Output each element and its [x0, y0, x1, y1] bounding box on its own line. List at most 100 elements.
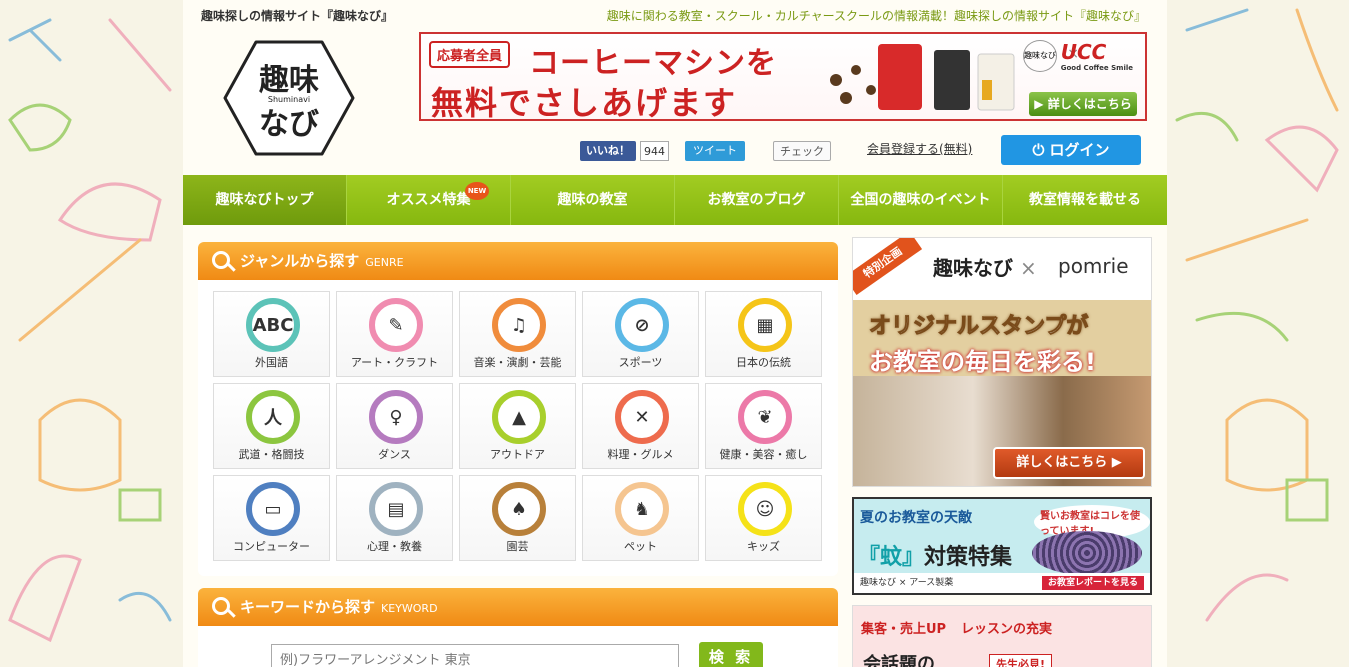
pomrie-stamp-ad[interactable]: 特別企画 趣味なび × pomrie オリジナルスタンプが お教室の毎日を彩る!…: [852, 237, 1152, 487]
background-doodles-right: [1175, 8, 1339, 622]
ucc-logo: UCC Good Coffee Smile: [1061, 40, 1133, 72]
genre-label: 健康・美容・癒し: [719, 448, 808, 461]
genre-label: 料理・グルメ: [607, 448, 674, 461]
genre-item[interactable]: ☺ キッズ: [705, 475, 822, 561]
tweet-button[interactable]: ツイート: [685, 141, 745, 161]
nav-blogs[interactable]: お教室のブログ: [675, 175, 839, 225]
genre-icon-glyph: ✕: [634, 406, 650, 428]
genre-icon: 人: [246, 390, 300, 444]
nav-label: お教室のブログ: [707, 192, 806, 208]
ad-headline-1: オリジナルスタンプが: [868, 314, 1089, 340]
keyword-title: キーワードから探す: [240, 598, 376, 616]
genre-item[interactable]: ❦ 健康・美容・癒し: [705, 383, 822, 469]
genre-icon-glyph: ♀: [389, 406, 403, 428]
genre-label: 音楽・演劇・芸能: [473, 356, 562, 369]
genre-icon: ▲: [492, 390, 546, 444]
genre-item[interactable]: ♠ 園芸: [459, 475, 576, 561]
banner-headline-1: コーヒーマシンを: [529, 46, 777, 81]
genre-icon-glyph: ▲: [512, 406, 526, 428]
keyword-search-input[interactable]: 例)フラワーアレンジメント 東京: [271, 644, 679, 667]
genre-item[interactable]: ▲ アウトドア: [459, 383, 576, 469]
site-tagline: 趣味に関わる教室・スクール・カルチャースクールの情報満載！趣味探しの情報サイト『…: [606, 9, 1146, 23]
ad-headline-2: お教室の毎日を彩る!: [869, 348, 1096, 376]
login-button[interactable]: ⏻ ログイン: [1001, 135, 1141, 165]
genre-item[interactable]: ▦ 日本の伝統: [705, 291, 822, 377]
nav-label: 全国の趣味のイベント: [850, 192, 991, 208]
register-link[interactable]: 会員登録する(無料): [867, 140, 972, 157]
mixi-check-button[interactable]: チェック: [773, 141, 831, 161]
ad3-point2: レッスンの充実: [961, 622, 1053, 637]
genre-panel-header: ジャンルから探す GENRE: [198, 242, 838, 280]
search-button[interactable]: 検 索: [699, 642, 763, 667]
banner-badge: 応募者全員: [429, 41, 511, 68]
facebook-like-button[interactable]: いいね！: [580, 141, 636, 161]
genre-item[interactable]: ABC 外国語: [213, 291, 330, 377]
facebook-like-count: 944: [640, 141, 669, 161]
genre-item[interactable]: ▭ コンピューター: [213, 475, 330, 561]
nav-label: 趣味なびトップ: [215, 192, 314, 208]
main-navigation: 趣味なびトップ オススメ特集 NEW 趣味の教室 お教室のブログ 全国の趣味のイベ…: [183, 175, 1167, 225]
genre-item[interactable]: ✎ アート・クラフト: [336, 291, 453, 377]
genre-title: ジャンルから探す: [240, 252, 360, 270]
nav-top[interactable]: 趣味なびトップ: [183, 175, 347, 225]
nav-features[interactable]: オススメ特集 NEW: [347, 175, 511, 225]
mosquito-title: 対策特集: [924, 545, 1013, 570]
genre-icon: ABC: [246, 298, 300, 352]
genre-icon-glyph: ⊘: [634, 314, 650, 336]
genre-icon-glyph: ☺: [755, 498, 775, 520]
new-badge: NEW: [465, 182, 489, 200]
genre-label: ダンス: [378, 448, 411, 461]
nav-classes[interactable]: 趣味の教室: [511, 175, 675, 225]
genre-item[interactable]: 人武道・格闘技: [213, 383, 330, 469]
ucc-sub: Good Coffee Smile: [1060, 64, 1133, 72]
genre-icon: ❦: [738, 390, 792, 444]
genre-label: 心理・教養: [367, 540, 422, 553]
genre-label: アウトドア: [490, 448, 545, 461]
genre-icon: ☺: [738, 482, 792, 536]
ad-brand-name: 趣味なび: [933, 256, 1013, 280]
footer-brands: 趣味なび × アース製薬: [860, 578, 954, 588]
genre-label: 園芸: [506, 540, 529, 553]
genre-icon: ▦: [738, 298, 792, 352]
keyword-search-panel: キーワードから探す KEYWORD 例)フラワーアレンジメント 東京 検 索: [198, 588, 838, 667]
nav-events[interactable]: 全国の趣味のイベント: [839, 175, 1003, 225]
genre-label: キッズ: [747, 540, 780, 553]
genre-label: スポーツ: [618, 356, 663, 369]
teacher-ad[interactable]: 集客・売上UP レッスンの充実 会話題の 先生必見!: [852, 605, 1152, 667]
genre-item[interactable]: ✕ 料理・グルメ: [582, 383, 699, 469]
nav-post-class[interactable]: 教室情報を載せる: [1003, 175, 1167, 225]
site-title: 趣味探しの情報サイト『趣味なび』: [201, 9, 394, 23]
search-icon: [212, 597, 230, 615]
genre-item[interactable]: ♫ 音楽・演劇・芸能: [459, 291, 576, 377]
ucc-name: UCC: [1060, 40, 1107, 64]
ad3-headline: 会話題の: [863, 654, 935, 667]
genre-icon: ♠: [492, 482, 546, 536]
social-buttons: いいね！ 944 ツイート チェック: [580, 140, 831, 162]
banner-more-button[interactable]: ▶ 詳しくはこちら: [1029, 92, 1137, 116]
shuminavi-mini-logo: 趣味なび: [1023, 40, 1057, 72]
report-button[interactable]: お教室レポートを見る: [1041, 576, 1144, 590]
nav-label: 教室情報を載せる: [1029, 192, 1141, 208]
genre-item[interactable]: ♞ ペット: [582, 475, 699, 561]
genre-icon-glyph: ▭: [264, 498, 282, 520]
genre-icon: ♀: [369, 390, 423, 444]
genre-icon: ▤: [369, 482, 423, 536]
genre-icon-glyph: ❦: [757, 406, 773, 428]
genre-item[interactable]: ▤ 心理・教養: [336, 475, 453, 561]
pomrie-logo: pomrie: [1058, 254, 1129, 278]
ad3-point1: 集客・売上UP: [861, 622, 947, 637]
ad-details-button[interactable]: 詳しくはこちら ▶: [993, 447, 1145, 479]
genre-icon: ⊘: [615, 298, 669, 352]
special-ribbon: 特別企画: [853, 238, 923, 295]
genre-item[interactable]: ♀ ダンス: [336, 383, 453, 469]
site-logo[interactable]: 趣味 Shuminavi なび: [223, 40, 355, 156]
genre-label: コンピューター: [233, 540, 310, 553]
mosquito-ad-line2: 『蚊』対策特集: [858, 539, 1012, 571]
keyword-panel-header: キーワードから探す KEYWORD: [198, 588, 838, 626]
ad-brand: 趣味なび ×: [933, 252, 1037, 281]
coffee-machine-campaign-banner[interactable]: 応募者全員 コーヒーマシンを 無料でさしあげます 趣味なび × UCC Good …: [419, 32, 1147, 121]
genre-grid: ABC 外国語 ✎ アート・クラフト ♫ 音楽・演劇・芸能 ⊘ スポーツ ▦ 日本の伝統人武道・格…: [213, 291, 822, 561]
genre-item[interactable]: ⊘ スポーツ: [582, 291, 699, 377]
genre-label: 日本の伝統: [736, 356, 791, 369]
mosquito-feature-ad[interactable]: 夏のお教室の天敵 賢いお教室はコレを使っています! 『蚊』対策特集 趣味なび ×…: [852, 497, 1152, 595]
